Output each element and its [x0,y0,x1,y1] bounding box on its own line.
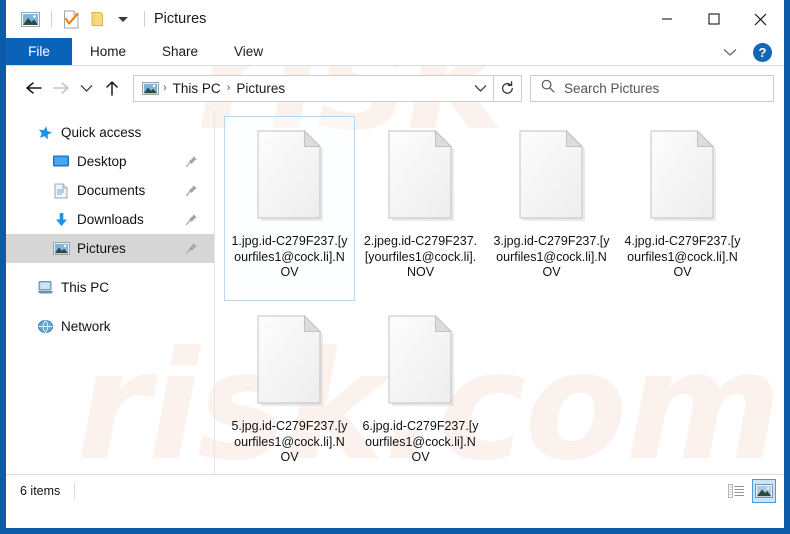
pin-icon[interactable] [184,184,198,198]
file-name: 2.jpeg.id-C279F237.[yourfiles1@cock.li].… [363,234,478,279]
tab-file[interactable]: File [6,38,72,65]
sidebar-item-quick-access[interactable]: Quick access [6,118,214,147]
desktop-icon [52,153,70,171]
file-item[interactable]: 4.jpg.id-C279F237.[yourfiles1@cock.li].N… [617,116,748,301]
file-item[interactable]: 5.jpg.id-C279F237.[yourfiles1@cock.li].N… [224,301,355,486]
this-pc-icon [36,279,54,297]
forward-button[interactable] [47,74,74,102]
sidebar-label-network: Network [61,319,111,334]
blank-document-icon [384,312,458,408]
sidebar-item-network[interactable]: Network [6,312,214,341]
explorer-body: Quick access Desktop Documents Downloads… [6,110,784,474]
pin-icon[interactable] [184,242,198,256]
documents-icon [52,182,70,200]
pin-icon[interactable] [184,213,198,227]
large-icons-view-button[interactable] [752,478,776,503]
back-button[interactable] [20,74,47,102]
status-bar: 6 items [6,474,784,506]
file-list-pane: 1.jpg.id-C279F237.[yourfiles1@cock.li].N… [214,110,784,474]
explorer-window-frame: risk risk.com [0,0,790,534]
ribbon-tab-bar: File Home Share View ? [6,38,784,66]
file-item[interactable]: 6.jpg.id-C279F237.[yourfiles1@cock.li].N… [355,301,486,486]
search-icon [541,79,555,98]
pictures-icon [52,240,70,258]
toolbar-divider-1 [51,11,52,27]
details-view-button[interactable] [724,479,748,503]
quick-access-toolbar [18,0,152,38]
recent-locations-button[interactable] [74,74,98,102]
file-name: 6.jpg.id-C279F237.[yourfiles1@cock.li].N… [362,419,479,464]
sidebar-label-documents: Documents [77,183,146,198]
sidebar-item-desktop[interactable]: Desktop [6,147,214,176]
picture-folder-icon[interactable] [140,78,160,98]
item-count-label: 6 items [20,483,61,498]
address-dropdown-icon[interactable] [467,76,493,101]
sidebar-label-downloads: Downloads [77,212,144,227]
file-name: 4.jpg.id-C279F237.[yourfiles1@cock.li].N… [624,234,741,279]
file-item[interactable]: 2.jpeg.id-C279F237.[yourfiles1@cock.li].… [355,116,486,301]
file-item[interactable]: 1.jpg.id-C279F237.[yourfiles1@cock.li].N… [224,116,355,301]
sidebar-item-pictures[interactable]: Pictures [6,234,214,263]
view-mode-buttons [724,478,776,503]
new-folder-icon[interactable] [85,7,109,31]
blank-document-icon [384,127,458,223]
search-input[interactable]: Search Pictures [564,81,659,96]
picture-icon[interactable] [18,7,42,31]
minimize-button[interactable] [643,0,690,38]
search-box[interactable]: Search Pictures [530,74,774,102]
sidebar-item-downloads[interactable]: Downloads [6,205,214,234]
status-divider [74,482,76,499]
window-title: Pictures [154,11,207,27]
title-bar: Pictures [6,0,784,38]
breadcrumb-pictures[interactable]: Pictures [231,81,290,96]
window-controls [643,0,784,38]
explorer-window: risk risk.com [6,0,784,528]
customize-chevron-icon[interactable] [111,7,135,31]
star-icon [36,124,54,142]
file-name: 1.jpg.id-C279F237.[yourfiles1@cock.li].N… [231,234,348,279]
pin-icon[interactable] [184,155,198,169]
address-bar[interactable]: › This PC › Pictures [133,74,494,102]
navigation-pane: Quick access Desktop Documents Downloads… [6,110,214,474]
navigation-bar: › This PC › Pictures Search Pictures [6,66,784,110]
file-name: 5.jpg.id-C279F237.[yourfiles1@cock.li].N… [231,419,348,464]
breadcrumb-this-pc[interactable]: This PC [168,81,226,96]
blank-document-icon [646,127,720,223]
network-icon [36,318,54,336]
tab-view[interactable]: View [216,38,281,65]
blank-document-icon [253,312,327,408]
file-item[interactable]: 3.jpg.id-C279F237.[yourfiles1@cock.li].N… [486,116,617,301]
maximize-button[interactable] [690,0,737,38]
properties-checkmark-icon[interactable] [59,7,83,31]
blank-document-icon [253,127,327,223]
sidebar-label-quick-access: Quick access [61,125,142,140]
sidebar-label-desktop: Desktop [77,154,127,169]
tab-share[interactable]: Share [144,38,216,65]
close-button[interactable] [737,0,784,38]
tab-home[interactable]: Home [72,38,144,65]
help-button[interactable]: ? [753,42,772,62]
file-grid: 1.jpg.id-C279F237.[yourfiles1@cock.li].N… [220,116,784,486]
sidebar-label-pictures: Pictures [77,241,126,256]
sidebar-item-documents[interactable]: Documents [6,176,214,205]
sidebar-label-this-pc: This PC [61,280,110,295]
blank-document-icon [515,127,589,223]
toolbar-divider-2 [144,11,145,27]
downloads-icon [52,211,70,229]
ribbon-right-controls: ? [717,38,780,66]
chevron-down-icon[interactable] [717,40,743,64]
breadcrumb: › This PC › Pictures [140,78,467,98]
sidebar-item-this-pc[interactable]: This PC [6,273,214,302]
file-name: 3.jpg.id-C279F237.[yourfiles1@cock.li].N… [493,234,610,279]
pane-divider [214,110,215,474]
up-button[interactable] [98,74,125,102]
refresh-button[interactable] [494,74,522,102]
